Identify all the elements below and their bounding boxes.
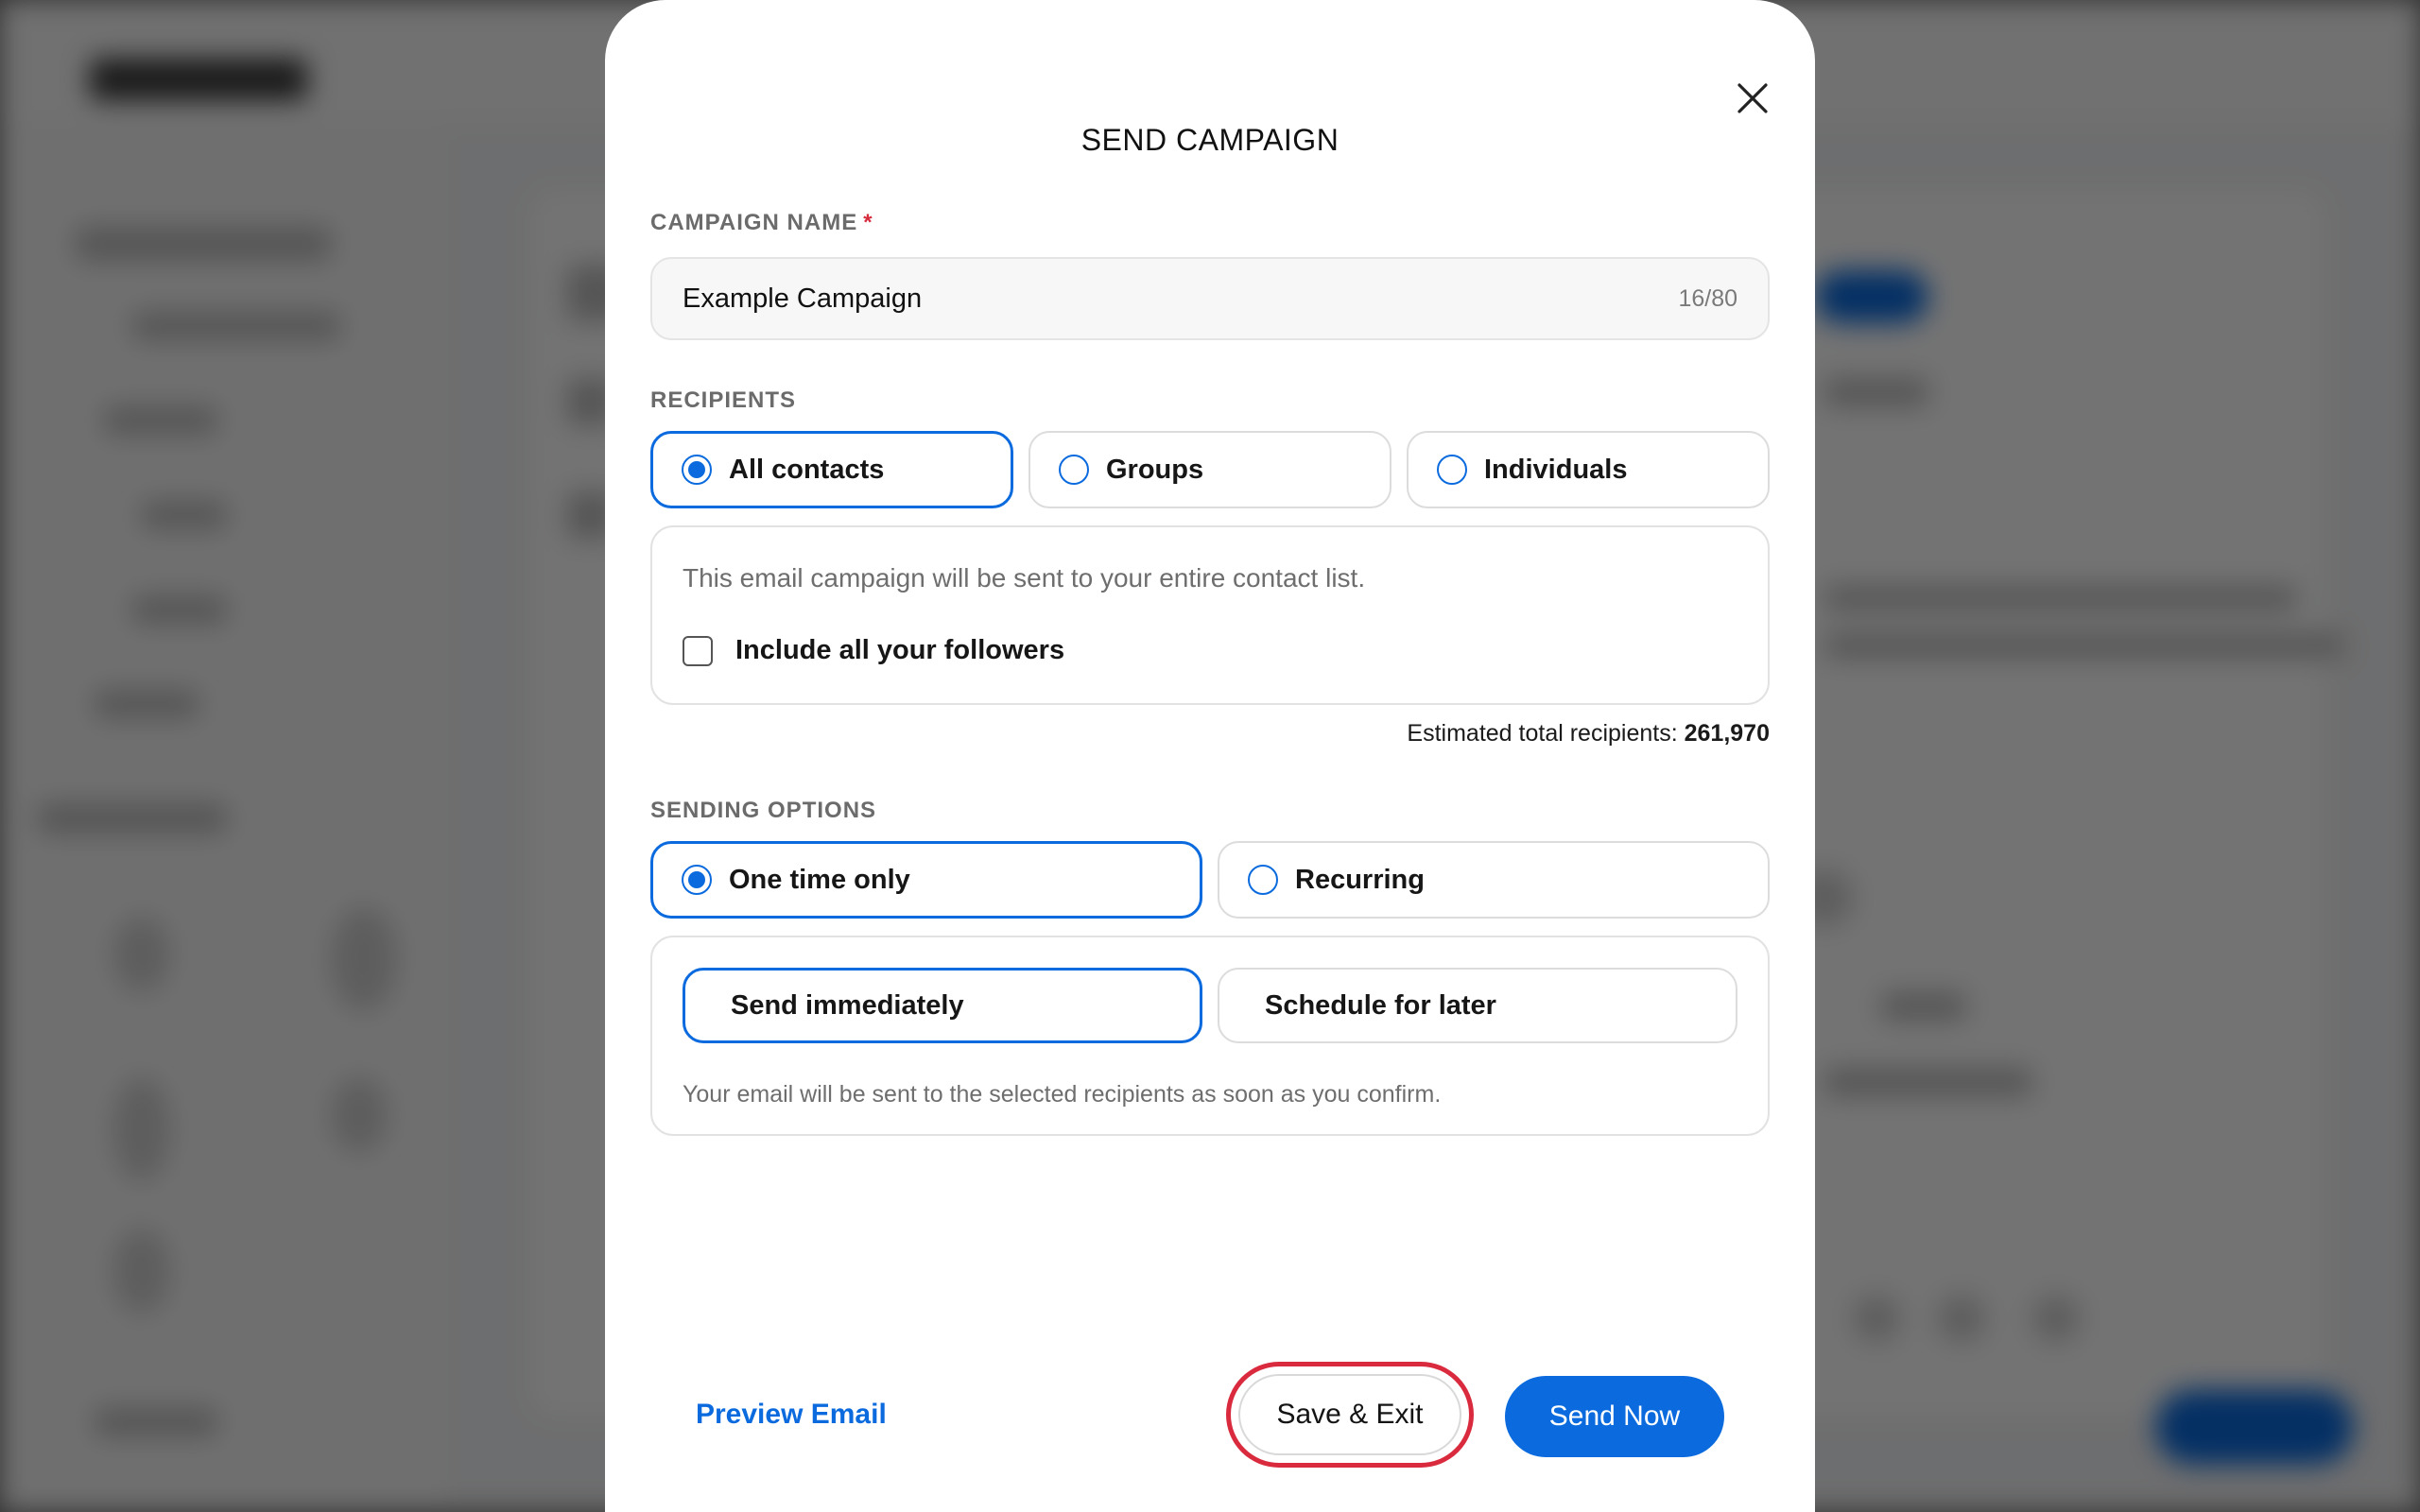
sending-hint: Your email will be sent to the selected … [683, 1081, 1442, 1108]
close-icon [1737, 83, 1768, 113]
radio-unselected-icon [1059, 455, 1089, 485]
character-count: 16/80 [1678, 284, 1737, 312]
radio-unselected-icon [1248, 865, 1278, 895]
campaign-name-label-text: CAMPAIGN NAME [650, 210, 858, 235]
send-immediately-option[interactable]: Send immediately [683, 968, 1202, 1043]
sending-option-one-time[interactable]: One time only [650, 841, 1202, 919]
radio-selected-icon [682, 455, 712, 485]
estimate-label: Estimated total recipients: [1407, 720, 1678, 747]
save-exit-button[interactable]: Save & Exit [1238, 1374, 1461, 1455]
option-label: All contacts [729, 454, 885, 485]
send-now-button[interactable]: Send Now [1505, 1376, 1724, 1457]
recipients-option-individuals[interactable]: Individuals [1407, 431, 1770, 508]
campaign-name-field[interactable]: 16/80 [650, 257, 1770, 340]
option-label: Individuals [1484, 454, 1628, 485]
include-followers-label: Include all your followers [735, 635, 1065, 665]
send-campaign-modal: SEND CAMPAIGN CAMPAIGN NAME* 16/80 RECIP… [605, 0, 1815, 1512]
campaign-name-label: CAMPAIGN NAME * [650, 210, 873, 236]
radio-selected-icon [682, 865, 712, 895]
schedule-for-later-option[interactable]: Schedule for later [1218, 968, 1737, 1043]
schedule-for-later-label: Schedule for later [1265, 989, 1496, 1021]
modal-title: SEND CAMPAIGN [1080, 123, 1340, 157]
include-followers-checkbox[interactable] [683, 635, 713, 666]
recipients-details-panel: This email campaign will be sent to your… [650, 525, 1770, 705]
recipients-option-groups[interactable]: Groups [1028, 431, 1392, 508]
estimate-value: 261,970 [1684, 720, 1770, 747]
option-label: Recurring [1295, 864, 1425, 895]
recipients-option-all-contacts[interactable]: All contacts [650, 431, 1013, 508]
recipients-label: RECIPIENTS [650, 387, 797, 413]
estimated-recipients: Estimated total recipients: 261,970 [1407, 720, 1770, 747]
send-immediately-label: Send immediately [731, 989, 964, 1021]
sending-options-label: SENDING OPTIONS [650, 798, 877, 823]
radio-unselected-icon [1437, 455, 1467, 485]
preview-email-link[interactable]: Preview Email [696, 1399, 887, 1431]
option-label: Groups [1106, 454, 1204, 485]
sending-details-panel: Send immediately Schedule for later Your… [650, 936, 1770, 1136]
close-button[interactable] [1728, 74, 1777, 123]
required-mark: * [863, 210, 873, 235]
option-label: One time only [729, 864, 910, 895]
sending-option-recurring[interactable]: Recurring [1218, 841, 1770, 919]
recipients-description: This email campaign will be sent to your… [683, 563, 1366, 593]
campaign-name-input[interactable] [683, 283, 1679, 315]
include-followers-row[interactable]: Include all your followers [683, 635, 1064, 666]
